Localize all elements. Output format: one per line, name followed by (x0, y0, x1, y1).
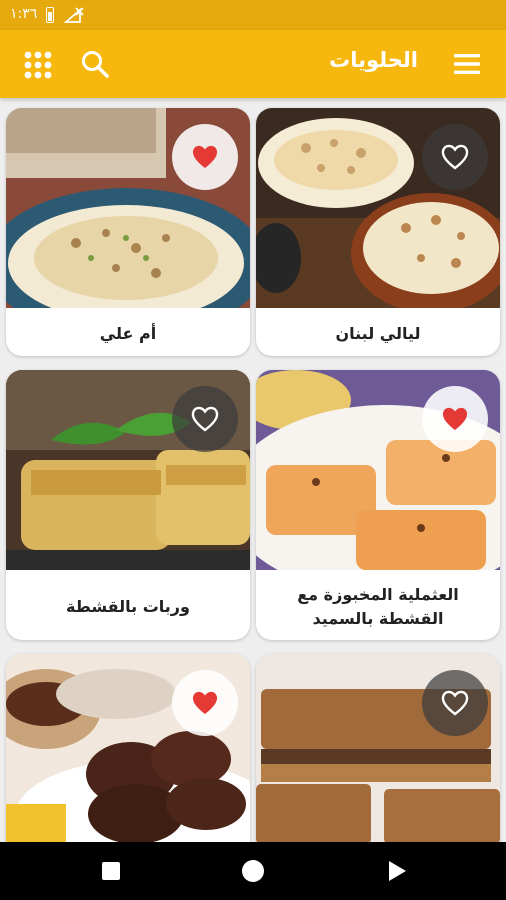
favorite-button[interactable] (422, 670, 488, 736)
heart-filled-icon (192, 691, 218, 714)
recipe-card[interactable] (6, 654, 250, 842)
recipe-card[interactable] (256, 654, 500, 842)
menu-icon[interactable] (452, 51, 482, 77)
navigation-bar (0, 842, 506, 900)
favorite-button[interactable] (172, 386, 238, 452)
recipe-card[interactable]: ليالي لبنان (256, 108, 500, 356)
favorite-button[interactable] (422, 386, 488, 452)
recipe-card[interactable]: العثملية المخبوزة مع القشطة بالسميد (256, 370, 500, 640)
status-time: ١:٣٦ (10, 6, 38, 22)
recipe-grid: ليالي لبنان أم علي العثملية المخبوزة مع … (0, 98, 506, 842)
heart-outline-icon (441, 144, 469, 170)
recents-icon[interactable] (102, 862, 120, 880)
page-title: الحلويات (329, 48, 418, 72)
status-bar: ١:٣٦ (0, 0, 506, 30)
heart-outline-icon (191, 406, 219, 432)
recipe-title: أم علي (99, 324, 157, 343)
no-signal-icon (64, 7, 84, 23)
app-bar: الحلويات (0, 30, 506, 98)
home-icon[interactable] (242, 860, 264, 882)
heart-filled-icon (192, 145, 218, 168)
favorite-button[interactable] (422, 124, 488, 190)
favorite-button[interactable] (172, 124, 238, 190)
recipe-title: ليالي لبنان (335, 324, 421, 343)
recipe-card[interactable]: وربات بالقشطة (6, 370, 250, 640)
favorite-button[interactable] (172, 670, 238, 736)
back-icon[interactable] (386, 860, 408, 882)
grid-icon[interactable] (24, 51, 52, 79)
battery-icon (46, 7, 54, 23)
search-icon[interactable] (80, 49, 110, 79)
recipe-card[interactable]: أم علي (6, 108, 250, 356)
heart-filled-icon (442, 407, 468, 430)
recipe-title: العثملية المخبوزة مع القشطة بالسميد (297, 585, 459, 628)
recipe-title: وربات بالقشطة (66, 597, 190, 616)
heart-outline-icon (441, 690, 469, 716)
